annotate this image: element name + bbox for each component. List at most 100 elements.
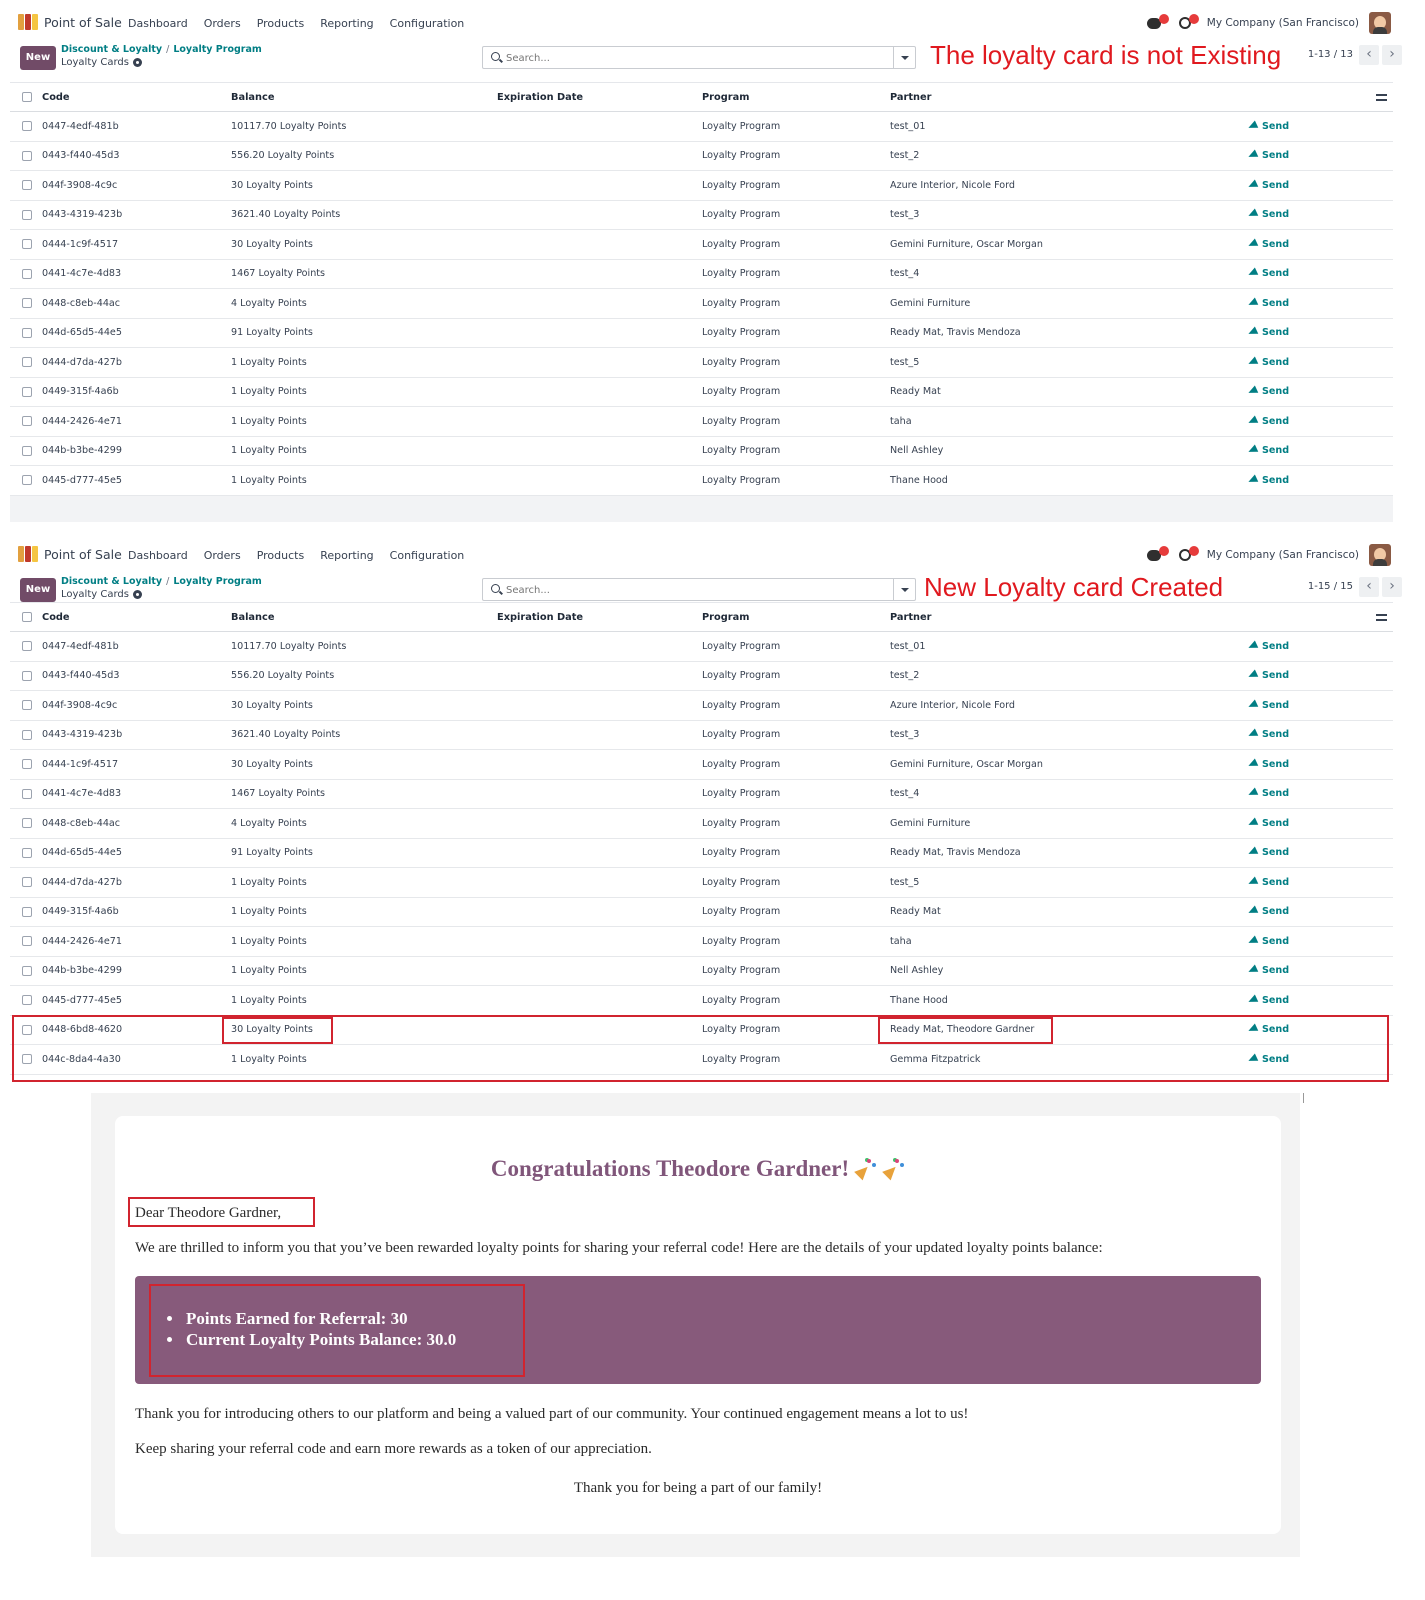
select-all-checkbox[interactable] [22, 612, 32, 622]
search-options-toggle[interactable] [893, 47, 915, 68]
column-partner[interactable]: Partner [890, 603, 932, 631]
column-partner[interactable]: Partner [890, 83, 932, 111]
table-row[interactable]: 0445-d777-45e5 1 Loyalty Points Loyalty Pr… [10, 466, 1393, 496]
optional-columns-icon[interactable] [1376, 92, 1387, 102]
company-switcher[interactable]: My Company (San Francisco) [1207, 17, 1359, 29]
breadcrumb-discount-loyalty[interactable]: Discount & Loyalty [61, 44, 162, 55]
send-button[interactable]: Send [1248, 898, 1289, 927]
table-row[interactable]: 0445-d777-45e5 1 Loyalty Points Loyalty Pr… [10, 986, 1393, 1016]
menu-reporting[interactable]: Reporting [320, 549, 373, 562]
row-checkbox[interactable] [22, 1024, 32, 1035]
breadcrumb-loyalty-program[interactable]: Loyalty Program [173, 576, 261, 587]
table-row[interactable]: 0449-315f-4a6b 1 Loyalty Points Loyalty Pr… [10, 378, 1393, 407]
pager-value[interactable]: 1-15 / 15 [1308, 581, 1353, 592]
pager-value[interactable]: 1-13 / 13 [1308, 49, 1353, 60]
send-button[interactable]: Send [1248, 142, 1289, 171]
search-input[interactable] [506, 582, 886, 598]
send-button[interactable]: Send [1248, 378, 1289, 407]
company-switcher[interactable]: My Company (San Francisco) [1207, 549, 1359, 561]
send-button[interactable]: Send [1248, 201, 1289, 230]
column-expiration-date[interactable]: Expiration Date [497, 603, 583, 631]
breadcrumb-discount-loyalty[interactable]: Discount & Loyalty [61, 576, 162, 587]
user-avatar[interactable] [1369, 12, 1391, 34]
send-button[interactable]: Send [1248, 957, 1289, 986]
row-checkbox[interactable] [22, 209, 32, 220]
send-button[interactable]: Send [1248, 986, 1289, 1015]
table-row[interactable]: 0444-2426-4e71 1 Loyalty Points Loyalty Pr… [10, 407, 1393, 437]
table-row[interactable]: 0447-4edf-481b 10117.70 Loyalty Points Loy… [10, 632, 1393, 662]
row-checkbox[interactable] [22, 936, 32, 947]
send-button[interactable]: Send [1248, 721, 1289, 750]
table-row[interactable]: 044c-8da4-4a30 1 Loyalty Points Loyalty Pr… [10, 1045, 1393, 1075]
send-button[interactable]: Send [1248, 348, 1289, 377]
activity-clock-icon[interactable] [1177, 14, 1199, 32]
table-row[interactable]: 044d-65d5-44e5 91 Loyalty Points Loyalty P… [10, 319, 1393, 348]
breadcrumb-loyalty-program[interactable]: Loyalty Program [173, 44, 261, 55]
search-options-toggle[interactable] [893, 579, 915, 600]
app-brand[interactable]: Point of Sale [18, 546, 122, 562]
row-checkbox[interactable] [22, 877, 32, 888]
row-checkbox[interactable] [22, 180, 32, 191]
send-button[interactable]: Send [1248, 632, 1289, 661]
send-button[interactable]: Send [1248, 927, 1289, 956]
row-checkbox[interactable] [22, 788, 32, 799]
row-checkbox[interactable] [22, 1054, 32, 1065]
gear-icon[interactable] [132, 58, 142, 67]
pager-next-button[interactable]: › [1382, 577, 1402, 597]
send-button[interactable]: Send [1248, 691, 1289, 720]
row-checkbox[interactable] [22, 906, 32, 917]
pager-previous-button[interactable]: ‹ [1359, 45, 1379, 65]
row-checkbox[interactable] [22, 670, 32, 681]
send-button[interactable]: Send [1248, 1045, 1289, 1074]
column-balance[interactable]: Balance [231, 83, 274, 111]
table-row[interactable]: 0444-2426-4e71 1 Loyalty Points Loyalty Pr… [10, 927, 1393, 957]
table-row[interactable]: 0449-315f-4a6b 1 Loyalty Points Loyalty Pr… [10, 898, 1393, 927]
table-row[interactable]: 0443-4319-423b 3621.40 Loyalty Points Loya… [10, 201, 1393, 230]
send-button[interactable]: Send [1248, 839, 1289, 868]
row-checkbox[interactable] [22, 995, 32, 1006]
table-row[interactable]: 0444-d7da-427b 1 Loyalty Points Loyalty Pr… [10, 868, 1393, 898]
search-bar[interactable] [482, 46, 916, 69]
table-row[interactable]: 044d-65d5-44e5 91 Loyalty Points Loyalty P… [10, 839, 1393, 868]
send-button[interactable]: Send [1248, 289, 1289, 318]
send-button[interactable]: Send [1248, 319, 1289, 348]
menu-reporting[interactable]: Reporting [320, 17, 373, 30]
user-avatar[interactable] [1369, 544, 1391, 566]
select-all-checkbox[interactable] [22, 92, 32, 102]
menu-configuration[interactable]: Configuration [390, 549, 465, 562]
table-row[interactable]: 0444-1c9f-4517 30 Loyalty Points Loyalty P… [10, 230, 1393, 260]
table-row[interactable]: 0441-4c7e-4d83 1467 Loyalty Points Loyalty… [10, 780, 1393, 809]
table-row[interactable]: 0448-6bd8-4620 30 Loyalty Points Loyalty P… [10, 1016, 1393, 1045]
menu-configuration[interactable]: Configuration [390, 17, 465, 30]
new-button[interactable]: New [20, 578, 56, 602]
send-button[interactable]: Send [1248, 230, 1289, 259]
app-brand[interactable]: Point of Sale [18, 14, 122, 30]
new-button[interactable]: New [20, 46, 56, 70]
row-checkbox[interactable] [22, 121, 32, 132]
search-bar[interactable] [482, 578, 916, 601]
table-row[interactable]: 0444-d7da-427b 1 Loyalty Points Loyalty Pr… [10, 348, 1393, 378]
table-row[interactable]: 0443-f440-45d3 556.20 Loyalty Points Loyal… [10, 142, 1393, 171]
column-program[interactable]: Program [702, 83, 749, 111]
optional-columns-icon[interactable] [1376, 612, 1387, 622]
row-checkbox[interactable] [22, 386, 32, 397]
menu-orders[interactable]: Orders [204, 17, 241, 30]
row-checkbox[interactable] [22, 268, 32, 279]
send-button[interactable]: Send [1248, 1016, 1289, 1045]
table-row[interactable]: 0448-c8eb-44ac 4 Loyalty Points Loyalty Pr… [10, 809, 1393, 839]
menu-products[interactable]: Products [257, 17, 305, 30]
row-checkbox[interactable] [22, 357, 32, 368]
menu-orders[interactable]: Orders [204, 549, 241, 562]
menu-products[interactable]: Products [257, 549, 305, 562]
row-checkbox[interactable] [22, 965, 32, 976]
pager-previous-button[interactable]: ‹ [1359, 577, 1379, 597]
row-checkbox[interactable] [22, 416, 32, 427]
send-button[interactable]: Send [1248, 868, 1289, 897]
table-row[interactable]: 0444-1c9f-4517 30 Loyalty Points Loyalty P… [10, 750, 1393, 780]
column-code[interactable]: Code [42, 83, 70, 111]
row-checkbox[interactable] [22, 847, 32, 858]
row-checkbox[interactable] [22, 759, 32, 770]
discuss-chat-icon[interactable] [1146, 14, 1169, 32]
search-input[interactable] [506, 50, 886, 66]
send-button[interactable]: Send [1248, 171, 1289, 200]
